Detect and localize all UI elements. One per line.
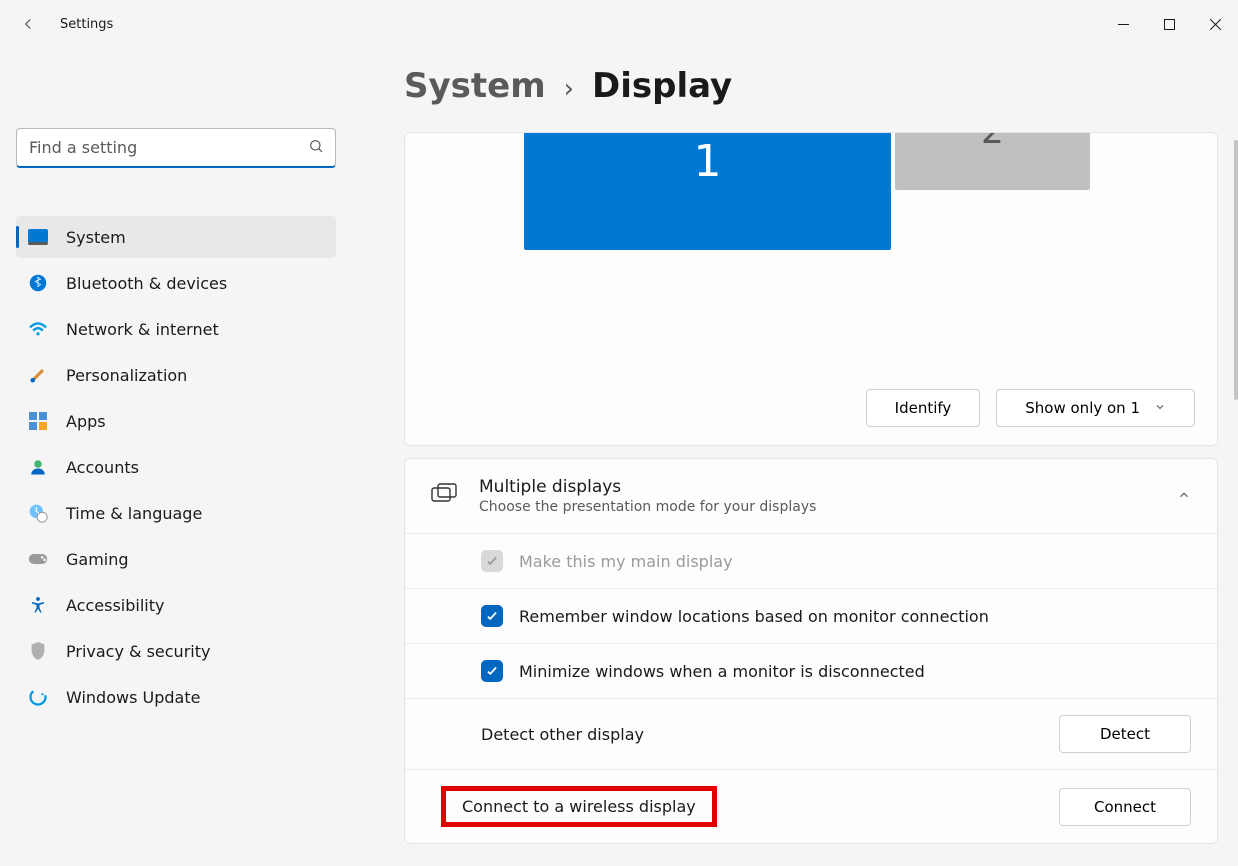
- nav-label: System: [66, 228, 126, 247]
- arrow-left-icon: [19, 15, 37, 33]
- nav-item-personalization[interactable]: Personalization: [16, 354, 336, 396]
- card-subtitle: Choose the presentation mode for your di…: [479, 499, 816, 515]
- chevron-right-icon: ›: [564, 74, 574, 104]
- checkbox-remember-locations[interactable]: [481, 605, 503, 627]
- nav-label: Windows Update: [66, 688, 200, 707]
- gamepad-icon: [28, 549, 48, 569]
- connect-button-label: Connect: [1094, 798, 1156, 816]
- shield-icon: [28, 641, 48, 661]
- nav-item-windows-update[interactable]: Windows Update: [16, 676, 336, 718]
- highlight-annotation: Connect to a wireless display: [441, 786, 717, 827]
- checkbox-minimize-windows[interactable]: [481, 660, 503, 682]
- row-wireless-display: Connect to a wireless display Connect: [405, 769, 1217, 843]
- bluetooth-icon: [28, 273, 48, 293]
- display-mode-label: Show only on 1: [1025, 399, 1140, 417]
- titlebar-left: Settings: [16, 12, 113, 36]
- maximize-icon: [1164, 19, 1175, 30]
- display-arrange-card: 1 2 Identify Show only on 1: [404, 132, 1218, 446]
- brush-icon: [28, 365, 48, 385]
- card-title: Multiple displays: [479, 477, 816, 497]
- row-minimize-windows[interactable]: Minimize windows when a monitor is disco…: [405, 643, 1217, 698]
- person-icon: [28, 457, 48, 477]
- display-mode-dropdown[interactable]: Show only on 1: [996, 389, 1195, 427]
- detect-button[interactable]: Detect: [1059, 715, 1191, 753]
- window-title: Settings: [60, 17, 113, 32]
- chevron-up-icon: [1177, 487, 1191, 506]
- row-main-display: Make this my main display: [405, 533, 1217, 588]
- system-icon: [28, 227, 48, 247]
- row-remember-locations[interactable]: Remember window locations based on monit…: [405, 588, 1217, 643]
- nav-label: Accounts: [66, 458, 139, 477]
- chevron-down-icon: [1154, 399, 1166, 417]
- detect-label: Detect other display: [481, 725, 644, 744]
- multiple-displays-icon: [431, 483, 457, 509]
- update-icon: [28, 687, 48, 707]
- nav-label: Bluetooth & devices: [66, 274, 227, 293]
- display-arena[interactable]: 1 2: [405, 133, 1217, 375]
- identify-button[interactable]: Identify: [866, 389, 981, 427]
- row-detect-display: Detect other display Detect: [405, 698, 1217, 769]
- apps-icon: [28, 411, 48, 431]
- connect-button[interactable]: Connect: [1059, 788, 1191, 826]
- nav-label: Network & internet: [66, 320, 219, 339]
- wifi-icon: [28, 319, 48, 339]
- card-header-text: Multiple displays Choose the presentatio…: [479, 477, 816, 515]
- nav-item-accessibility[interactable]: Accessibility: [16, 584, 336, 626]
- display-actions: Identify Show only on 1: [405, 375, 1217, 445]
- detect-button-label: Detect: [1100, 725, 1150, 743]
- sidebar: System Bluetooth & devices Network & int…: [0, 48, 352, 866]
- multiple-displays-card: Multiple displays Choose the presentatio…: [404, 458, 1218, 844]
- nav-label: Accessibility: [66, 596, 164, 615]
- nav-item-apps[interactable]: Apps: [16, 400, 336, 442]
- close-button[interactable]: [1192, 8, 1238, 40]
- minimize-label: Minimize windows when a monitor is disco…: [519, 662, 925, 681]
- identify-label: Identify: [895, 399, 952, 417]
- multiple-displays-header[interactable]: Multiple displays Choose the presentatio…: [405, 459, 1217, 533]
- breadcrumb-parent[interactable]: System: [404, 66, 546, 106]
- back-button[interactable]: [16, 12, 40, 36]
- breadcrumb: System › Display: [404, 66, 1218, 106]
- nav-list: System Bluetooth & devices Network & int…: [16, 216, 336, 718]
- search-wrap: [16, 128, 336, 168]
- search-icon: [308, 138, 324, 158]
- nav-item-time-language[interactable]: Time & language: [16, 492, 336, 534]
- content-area: System › Display 1 2 Identify Show only …: [352, 48, 1238, 866]
- title-bar: Settings: [0, 0, 1238, 48]
- accessibility-icon: [28, 595, 48, 615]
- clock-globe-icon: [28, 503, 48, 523]
- nav-item-system[interactable]: System: [16, 216, 336, 258]
- nav-label: Time & language: [66, 504, 202, 523]
- scrollbar[interactable]: [1234, 140, 1238, 400]
- nav-item-network[interactable]: Network & internet: [16, 308, 336, 350]
- breadcrumb-current: Display: [592, 66, 732, 106]
- nav-item-bluetooth[interactable]: Bluetooth & devices: [16, 262, 336, 304]
- maximize-button[interactable]: [1146, 8, 1192, 40]
- nav-item-gaming[interactable]: Gaming: [16, 538, 336, 580]
- checkbox-main-display: [481, 550, 503, 572]
- minimize-button[interactable]: [1100, 8, 1146, 40]
- wireless-label: Connect to a wireless display: [462, 797, 696, 816]
- monitor-2[interactable]: 2: [895, 132, 1090, 190]
- minimize-icon: [1118, 19, 1129, 30]
- nav-label: Gaming: [66, 550, 129, 569]
- nav-label: Personalization: [66, 366, 187, 385]
- nav-item-privacy[interactable]: Privacy & security: [16, 630, 336, 672]
- main-display-label: Make this my main display: [519, 552, 733, 571]
- nav-label: Apps: [66, 412, 106, 431]
- monitor-1[interactable]: 1: [524, 132, 891, 250]
- nav-item-accounts[interactable]: Accounts: [16, 446, 336, 488]
- nav-label: Privacy & security: [66, 642, 210, 661]
- search-input[interactable]: [16, 128, 336, 168]
- window-controls: [1100, 8, 1238, 40]
- remember-label: Remember window locations based on monit…: [519, 607, 989, 626]
- close-icon: [1210, 19, 1221, 30]
